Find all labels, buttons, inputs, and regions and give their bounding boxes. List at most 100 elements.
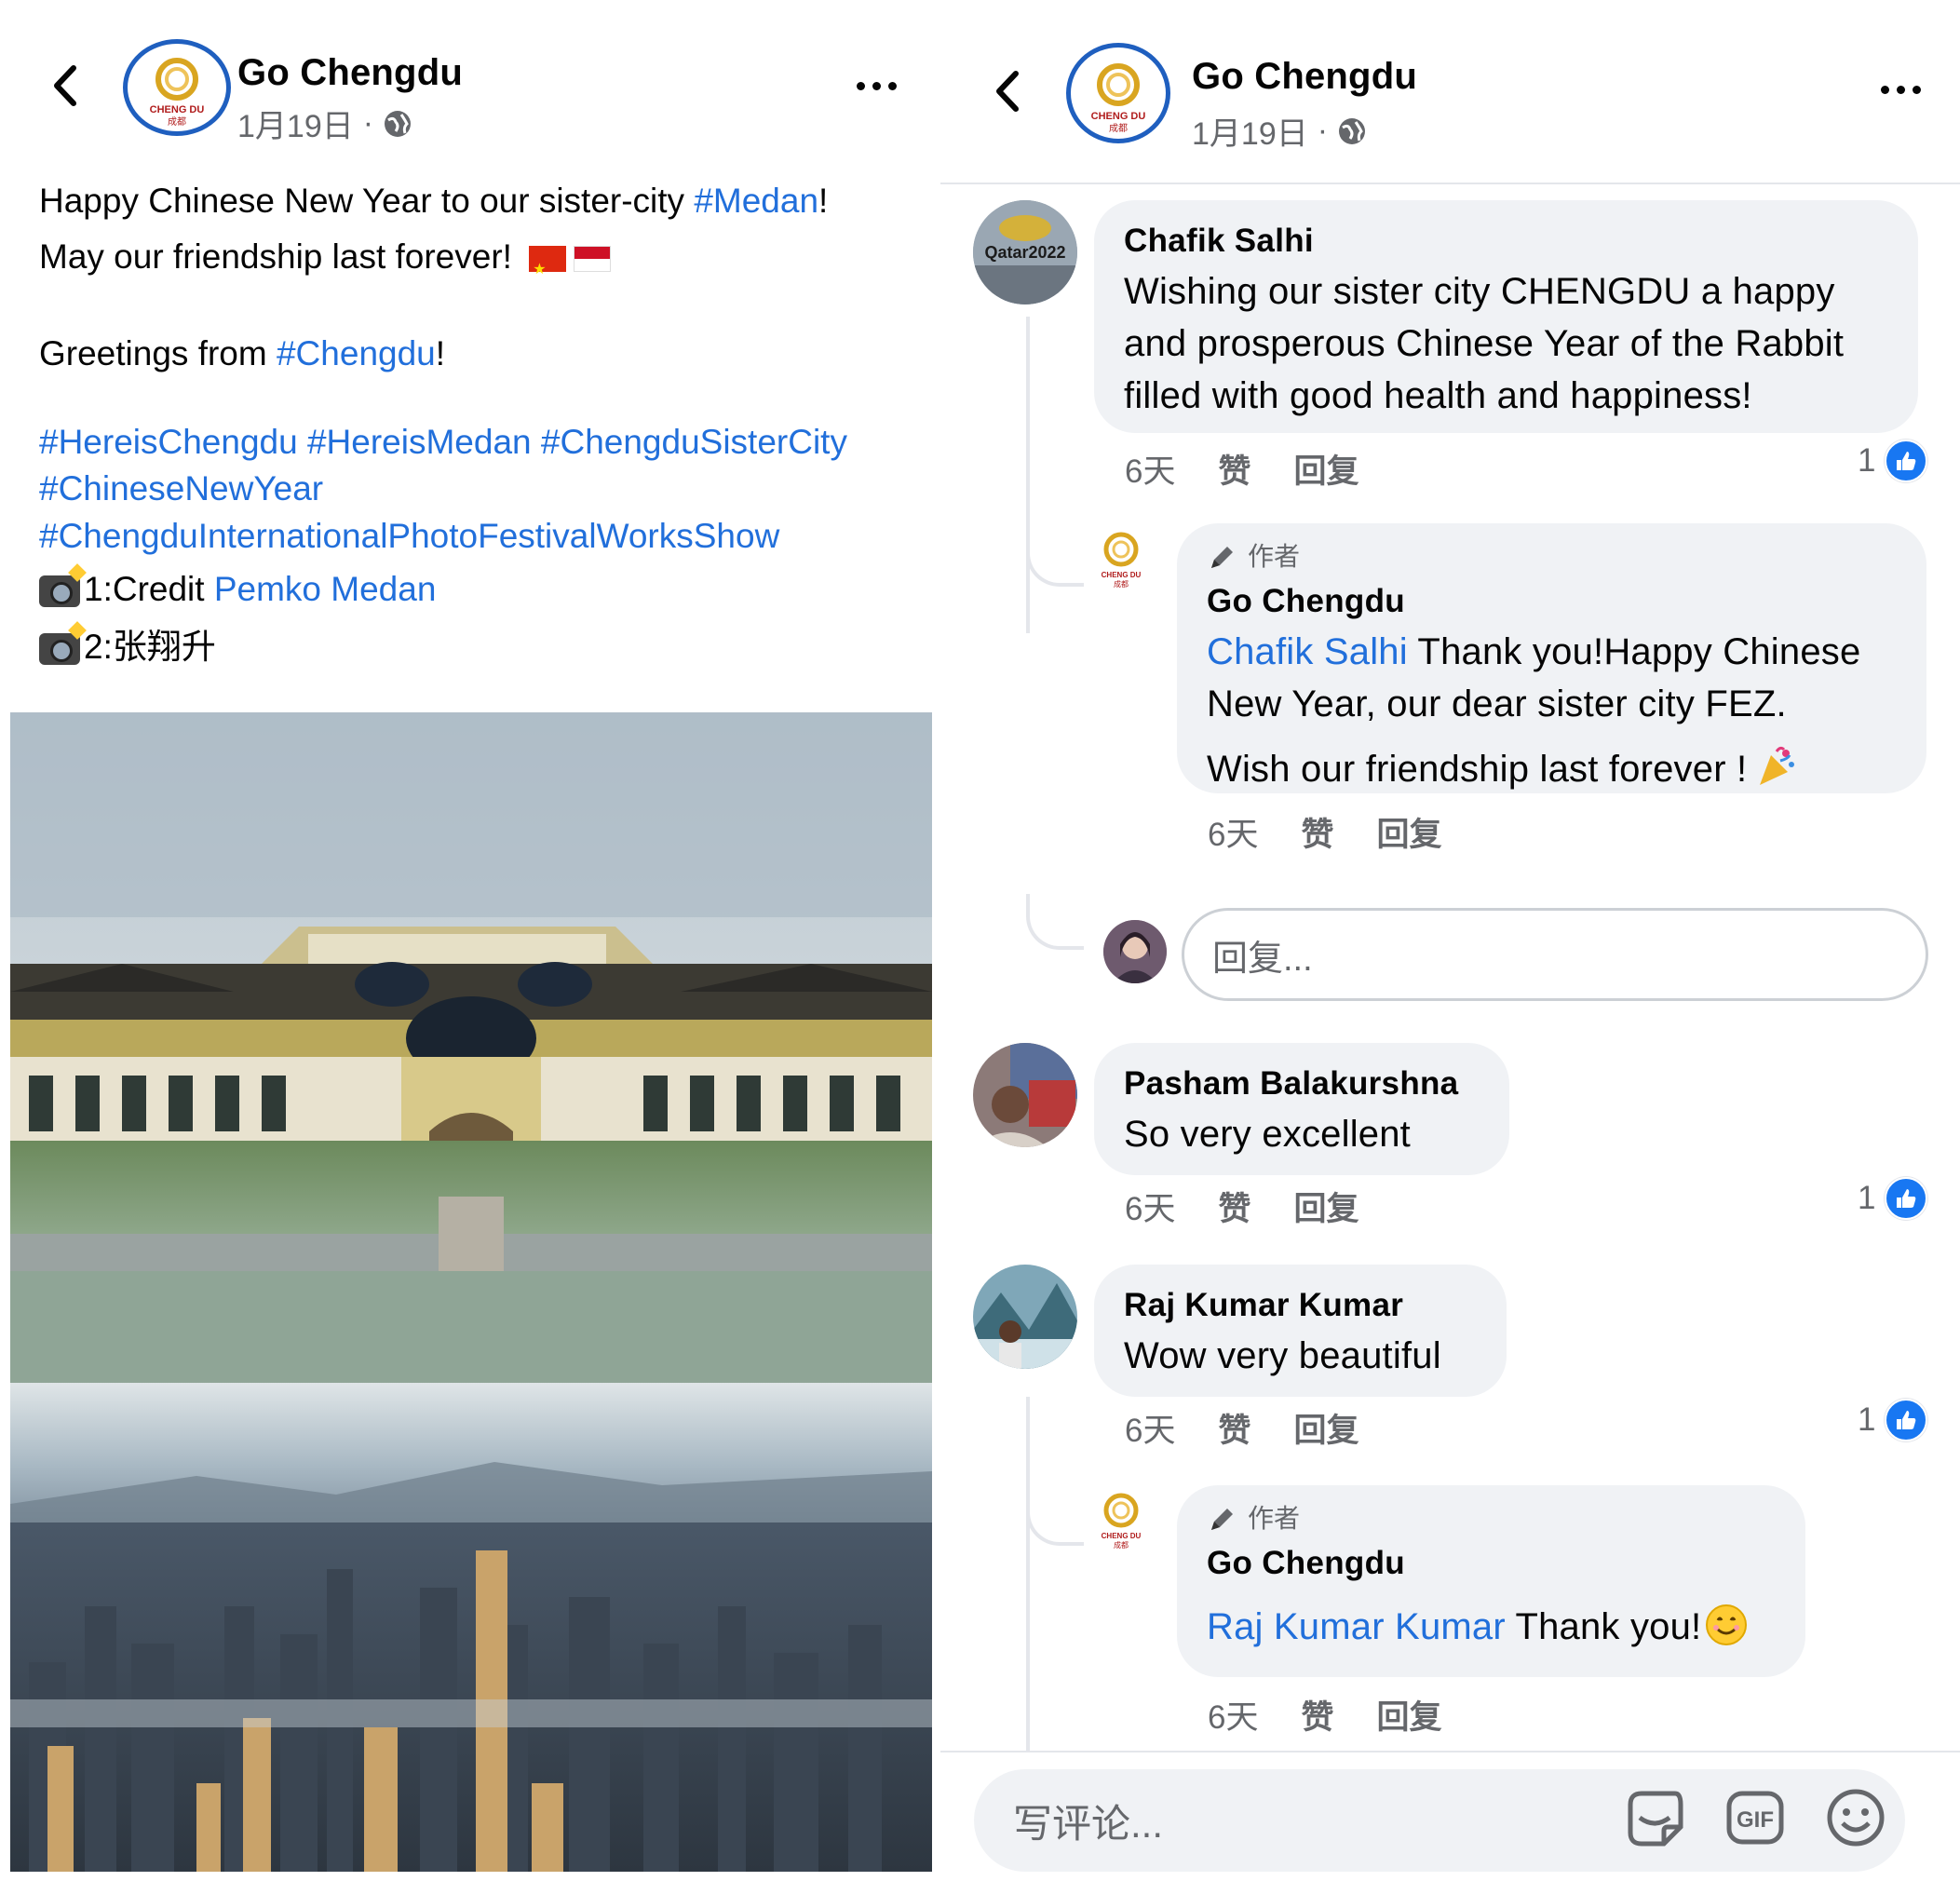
emoji-button[interactable] xyxy=(1822,1784,1889,1851)
commenter-avatar[interactable] xyxy=(973,1043,1077,1147)
logo-text: CHENG DU xyxy=(1091,111,1146,122)
like-action-button[interactable]: 赞 xyxy=(1218,445,1250,493)
post-date[interactable]: 1月19日 xyxy=(1192,108,1308,154)
hashtag-hereismedan[interactable]: #HereisMedan xyxy=(307,423,532,461)
comment-line: and prosperous Chinese Year of the Rabbi… xyxy=(1124,323,1845,364)
reply-bubble: 作者 Go Chengdu Chafik Salhi Thank you!Hap… xyxy=(1177,523,1926,793)
comment-actions: 6天 赞 回复 xyxy=(1125,1404,1359,1452)
back-button[interactable] xyxy=(37,48,93,123)
like-action-button[interactable]: 赞 xyxy=(1218,1183,1250,1230)
page-name[interactable]: Go Chengdu xyxy=(1192,56,1417,98)
like-action-button[interactable]: 赞 xyxy=(1218,1404,1250,1452)
post-panel: CHENG DU 成都 Go Chengdu 1月19日 · Happy Chi… xyxy=(0,0,940,1881)
comment-text: Thank you!Happy Chinese xyxy=(1407,631,1861,672)
post-meta: 1月19日 · xyxy=(237,101,412,146)
post-meta: 1月19日 · xyxy=(1192,108,1367,154)
camera-icon xyxy=(39,575,80,608)
post-photo-image xyxy=(10,712,932,1872)
comment-author[interactable]: Raj Kumar Kumar xyxy=(1124,1281,1477,1330)
post-tags-line-1: #HereisChengdu #HereisMedan #ChengduSist… xyxy=(39,419,924,466)
author-badge-label: 作者 xyxy=(1248,1504,1301,1533)
like-action-button[interactable]: 赞 xyxy=(1301,1691,1333,1739)
more-dot xyxy=(872,82,881,90)
more-options-button[interactable] xyxy=(1872,76,1930,103)
reaction-number: 1 xyxy=(1858,1180,1876,1216)
comment-time: 6天 xyxy=(1125,1191,1176,1227)
page-avatar[interactable]: CHENG DU 成都 xyxy=(123,39,231,136)
post-text-segment: May our friendship last forever! xyxy=(39,237,512,276)
more-options-button[interactable] xyxy=(847,73,906,100)
composer-icons: GIF xyxy=(1621,1784,1889,1851)
reaction-count[interactable]: 1 xyxy=(1858,440,1928,482)
smile-emoji-icon xyxy=(1706,1604,1748,1645)
comment-bubble: Pasham Balakurshna So very excellent xyxy=(1094,1043,1509,1175)
comment-author[interactable]: Go Chengdu xyxy=(1207,577,1897,626)
hashtag-chengdusistercity[interactable]: #ChengduSisterCity xyxy=(541,423,847,461)
like-icon xyxy=(1885,1177,1928,1220)
mention-chafik-salhi[interactable]: Chafik Salhi xyxy=(1207,631,1408,672)
gif-button[interactable]: GIF xyxy=(1722,1784,1789,1851)
reply-action-button[interactable]: 回复 xyxy=(1293,1183,1358,1230)
post-date[interactable]: 1月19日 xyxy=(237,101,354,146)
post-line-3: Greetings from #Chengdu! xyxy=(39,326,924,382)
gif-icon: GIF xyxy=(1726,1791,1784,1845)
credit-line-1: 1:Credit Pemko Medan xyxy=(39,561,924,618)
comment-author[interactable]: Pasham Balakurshna xyxy=(1124,1060,1480,1108)
post-text-segment: Happy Chinese New Year to our sister-cit… xyxy=(39,182,695,220)
like-action-button[interactable]: 赞 xyxy=(1301,808,1333,856)
sticker-button[interactable] xyxy=(1621,1784,1688,1851)
hashtag-hereischengdu[interactable]: #HereisChengdu xyxy=(39,423,298,461)
author-avatar[interactable]: CHENG DU 成都 xyxy=(1097,529,1145,590)
reaction-count[interactable]: 1 xyxy=(1858,1177,1928,1220)
page-avatar[interactable]: CHENG DU 成都 xyxy=(1066,43,1170,143)
comment-time: 6天 xyxy=(1208,817,1259,853)
page-name[interactable]: Go Chengdu xyxy=(237,52,463,94)
thread-line xyxy=(1026,1397,1030,1751)
avatar-image: Qatar2022 xyxy=(973,200,1077,304)
logo-text: CHENG DU xyxy=(1102,571,1142,579)
hashtag-medan[interactable]: #Medan xyxy=(694,182,818,220)
globe-icon xyxy=(1339,117,1366,144)
comment-line: Chafik Salhi Thank you!Happy Chinese xyxy=(1207,626,1897,678)
thread-connector xyxy=(1026,894,1084,950)
post-text-segment: ! xyxy=(435,334,446,372)
reply-action-button[interactable]: 回复 xyxy=(1376,808,1441,856)
author-badge: 作者 xyxy=(1207,536,1897,577)
comment-line: Wishing our sister city CHENGDU a happy xyxy=(1124,271,1835,312)
comments-header: CHENG DU 成都 Go Chengdu 1月19日 · xyxy=(940,0,1960,177)
author-badge: 作者 xyxy=(1207,1498,1776,1539)
sticker-icon xyxy=(1628,1791,1683,1847)
comment-actions: 6天 赞 回复 xyxy=(1125,445,1359,493)
more-dot xyxy=(1881,86,1889,94)
reply-action-button[interactable]: 回复 xyxy=(1293,445,1358,493)
comment-author[interactable]: Go Chengdu xyxy=(1207,1539,1776,1588)
post-tags-line-3: #ChengduInternationalPhotoFestivalWorksS… xyxy=(39,512,924,561)
chengdu-logo-icon: CHENG DU 成都 xyxy=(1102,532,1142,589)
comment-text: Wish our friendship last forever ! xyxy=(1207,749,1748,790)
reply-action-button[interactable]: 回复 xyxy=(1376,1691,1441,1739)
mention-raj-kumar-kumar[interactable]: Raj Kumar Kumar xyxy=(1207,1606,1506,1647)
logo-sub: 成都 xyxy=(1109,123,1128,134)
hashtag-chinesenewyear[interactable]: #ChineseNewYear xyxy=(39,469,323,507)
author-badge-label: 作者 xyxy=(1248,542,1301,571)
back-button[interactable] xyxy=(980,54,1035,129)
chengdu-logo-icon: CHENG DU 成都 xyxy=(150,58,204,128)
post-header: CHENG DU 成都 Go Chengdu 1月19日 · xyxy=(0,0,940,177)
hashtag-chengdu[interactable]: #Chengdu xyxy=(277,334,436,372)
hashtag-photofestival[interactable]: #ChengduInternationalPhotoFestivalWorksS… xyxy=(39,517,779,555)
commenter-avatar[interactable]: Qatar2022 xyxy=(973,200,1077,304)
author-avatar[interactable]: CHENG DU 成都 xyxy=(1097,1490,1145,1551)
post-text-segment: Greetings from xyxy=(39,334,277,372)
credit-prefix: 1:Credit xyxy=(84,570,214,608)
mention-pemko-medan[interactable]: Pemko Medan xyxy=(214,570,437,608)
reaction-count[interactable]: 1 xyxy=(1858,1399,1928,1441)
avatar-image xyxy=(973,1043,1077,1147)
comment-author[interactable]: Chafik Salhi xyxy=(1124,217,1888,265)
comment-text: So very excellent xyxy=(1124,1114,1411,1155)
reply-action-button[interactable]: 回复 xyxy=(1293,1404,1358,1452)
chengdu-logo-icon: CHENG DU 成都 xyxy=(1102,1493,1142,1549)
comment-time: 6天 xyxy=(1208,1699,1259,1736)
post-photo[interactable] xyxy=(10,712,932,1872)
reply-input[interactable]: 回复... xyxy=(1182,908,1928,1001)
commenter-avatar[interactable] xyxy=(973,1265,1077,1369)
